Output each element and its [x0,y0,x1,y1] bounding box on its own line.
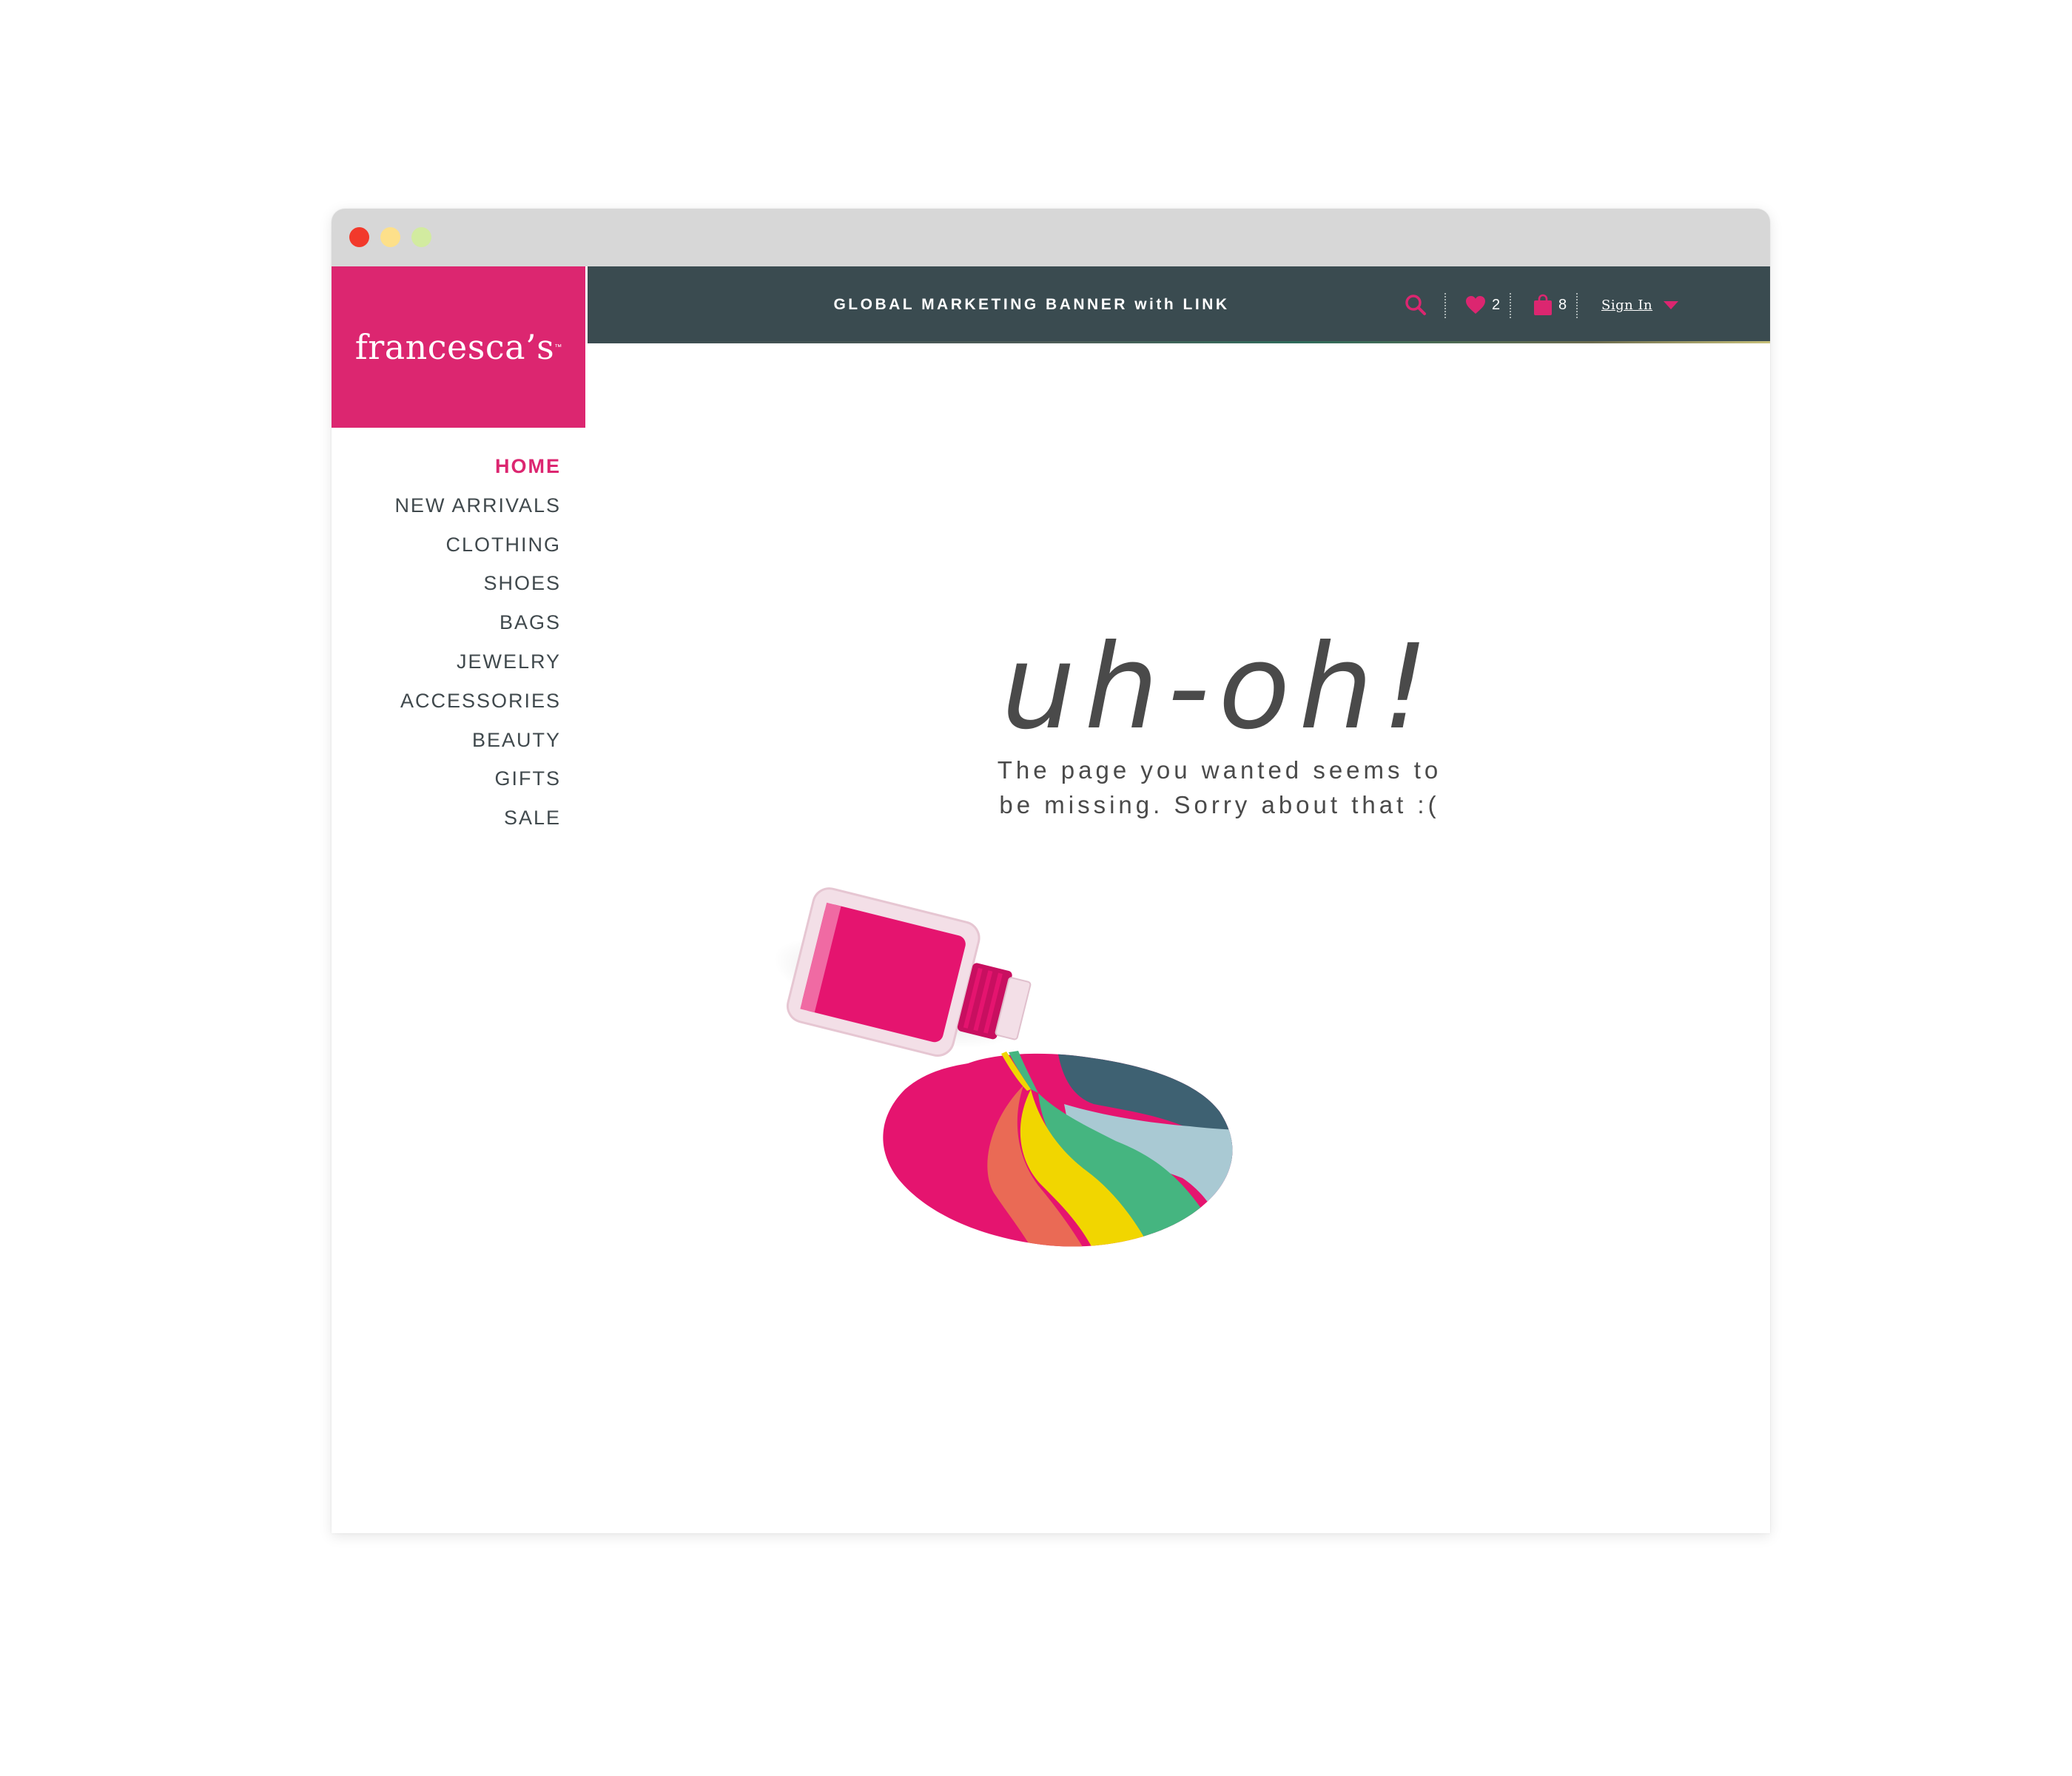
nav-item-jewelry[interactable]: JEWELRY [332,645,561,684]
utility-divider [1444,293,1446,318]
global-marketing-banner-link[interactable]: GLOBAL MARKETING BANNER with LINK [588,266,1476,343]
minimize-window-button[interactable] [380,227,400,247]
nav-item-new-arrivals[interactable]: NEW ARRIVALS [332,489,561,528]
wishlist-count: 2 [1492,296,1501,313]
shopping-bag-icon [1534,294,1552,315]
wishlist-button[interactable]: 2 [1465,266,1500,343]
window-titlebar [332,209,1770,266]
topbar-accent-line [588,341,1770,343]
brand-logo-text: francesca’s [354,327,555,367]
error-message-line-1: The page you wanted seems to [997,756,1442,784]
utility-divider [1576,293,1578,318]
nav-item-gifts[interactable]: GIFTS [332,762,561,801]
nav-item-accessories[interactable]: ACCESSORIES [332,684,561,724]
nav-item-beauty[interactable]: BEAUTY [332,724,561,763]
error-message: The page you wanted seems to be missing.… [938,753,1501,822]
main-navigation: HOME NEW ARRIVALS CLOTHING SHOES BAGS JEWELRY… [332,450,561,841]
zoom-window-button[interactable] [411,227,431,247]
browser-window: francesca’s ™ GLOBAL MARKETING BANNER wit… [332,209,1770,1533]
spilled-nail-polish-illustration [773,887,1233,1247]
sign-in-menu[interactable]: Sign In [1601,266,1679,343]
nav-item-sale[interactable]: SALE [332,801,561,841]
search-icon [1405,295,1426,315]
cart-button[interactable]: 8 [1533,266,1567,343]
top-utility-bar: GLOBAL MARKETING BANNER with LINK 2 8 Si… [588,266,1770,343]
error-message-line-2: be missing. Sorry about that :( [999,791,1440,818]
utility-divider [1510,293,1511,318]
search-button[interactable] [1405,266,1427,343]
brand-logo[interactable]: francesca’s ™ [332,266,585,428]
error-headline: uh-oh! [1001,619,1438,756]
nav-item-shoes[interactable]: SHOES [332,567,561,606]
nav-item-home[interactable]: HOME [332,450,561,489]
nav-item-clothing[interactable]: CLOTHING [332,528,561,568]
trademark-mark: ™ [554,343,562,352]
nav-item-bags[interactable]: BAGS [332,606,561,645]
sign-in-link[interactable]: Sign In [1601,297,1652,313]
cart-count: 8 [1558,296,1567,313]
heart-icon [1466,296,1485,314]
close-window-button[interactable] [349,227,369,247]
caret-down-icon [1664,301,1679,309]
